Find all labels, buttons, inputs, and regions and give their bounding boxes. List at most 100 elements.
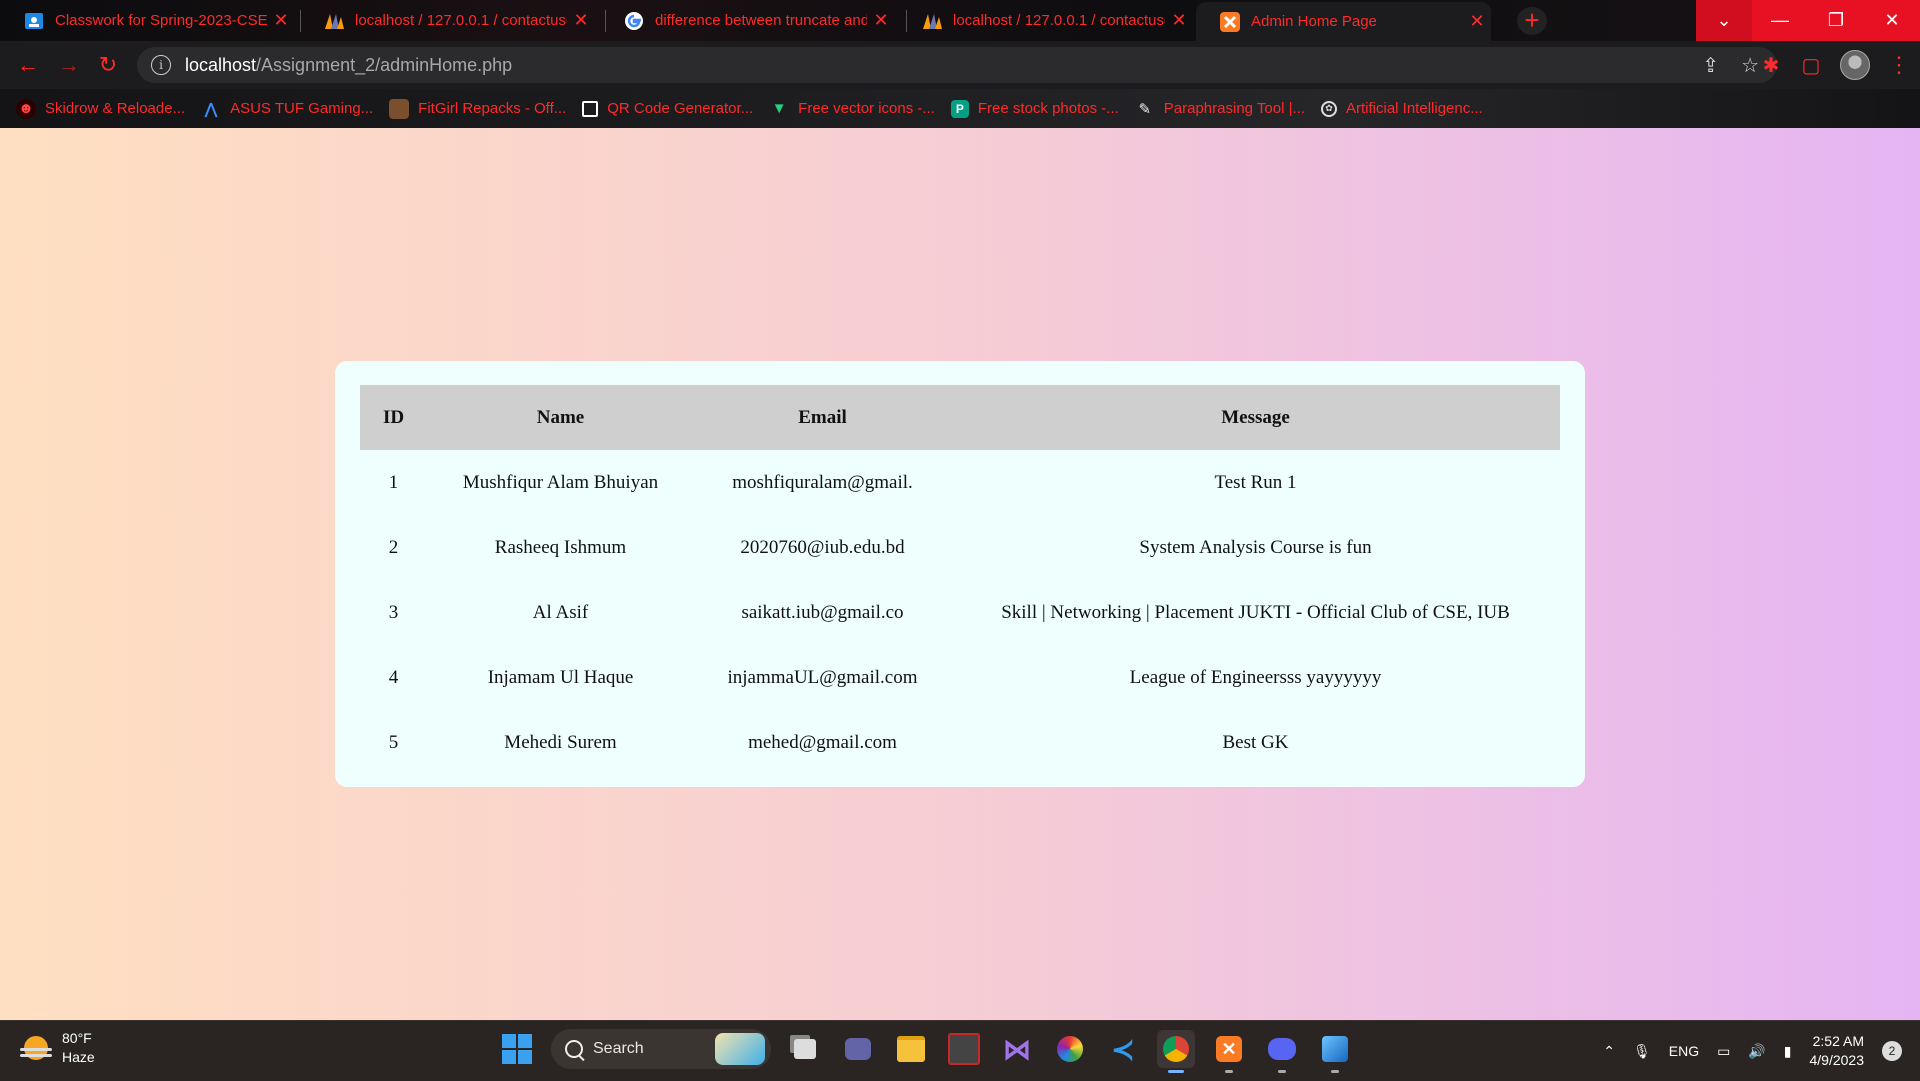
chevron-up-icon[interactable]: ⌃	[1603, 1043, 1615, 1060]
game-app-button[interactable]	[945, 1030, 983, 1068]
messages-table: ID Name Email Message 1 Mushfiqur Alam B…	[360, 385, 1560, 775]
bookmark-fitgirl[interactable]: FitGirl Repacks - Off...	[389, 98, 566, 119]
davinci-button[interactable]	[1051, 1030, 1089, 1068]
reload-button[interactable]: ↻	[94, 52, 122, 80]
tab-title: difference between truncate and	[655, 12, 867, 29]
cell-email: injammaUL@gmail.com	[727, 666, 918, 688]
cell-email: 2020760@iub.edu.bd	[740, 536, 905, 558]
network-icon[interactable]: ▭	[1717, 1043, 1730, 1060]
restore-button[interactable]: ❐	[1808, 0, 1864, 41]
tab-google-search[interactable]: difference between truncate and ✕	[600, 4, 895, 37]
close-icon[interactable]: ✕	[1165, 10, 1193, 31]
chrome-button[interactable]	[1157, 1030, 1195, 1073]
puzzle-extension-icon[interactable]: ✱	[1760, 54, 1782, 77]
share-icon[interactable]: ⇪	[1702, 53, 1719, 78]
tab-phpmyadmin-2[interactable]: localhost / 127.0.0.1 / contactusd ✕	[898, 4, 1193, 37]
minimize-icon: —	[1771, 10, 1789, 30]
file-explorer-button[interactable]	[892, 1030, 930, 1068]
back-button[interactable]: ←	[14, 52, 42, 80]
cell-name: Al Asif	[532, 601, 589, 623]
menu-kebab-icon[interactable]: ⋮	[1888, 52, 1910, 78]
cell-email: moshfiquralam@gmail.	[732, 471, 913, 493]
cell-id: 3	[388, 601, 399, 623]
column-header-id: ID	[360, 385, 427, 450]
bookmark-skidrow[interactable]: ☻ Skidrow & Reloade...	[16, 98, 185, 119]
openai-icon: ✿	[1321, 100, 1337, 117]
url-text[interactable]: localhost/Assignment_2/adminHome.php	[185, 55, 512, 76]
xampp-button[interactable]: ✕	[1210, 1030, 1248, 1073]
new-tab-button[interactable]: +	[1517, 7, 1547, 35]
bookmark-quillbot[interactable]: ✎ Paraphrasing Tool |...	[1135, 99, 1305, 119]
table-row: 1 Mushfiqur Alam Bhuiyan moshfiquralam@g…	[360, 450, 1560, 515]
bookmark-openai[interactable]: ✿ Artificial Intelligenc...	[1321, 100, 1483, 117]
visual-studio-button[interactable]: ⋈	[998, 1030, 1036, 1068]
bookmark-label: Free stock photos -...	[977, 100, 1119, 117]
minimize-button[interactable]: —	[1752, 0, 1808, 41]
photos-button[interactable]	[1316, 1030, 1354, 1073]
profile-avatar[interactable]	[1840, 50, 1870, 80]
page-viewport: ID Name Email Message 1 Mushfiqur Alam B…	[0, 128, 1920, 1020]
omnibox-actions: ⇪ ☆	[1702, 53, 1759, 78]
teams-chat-button[interactable]	[839, 1030, 877, 1068]
skull-icon: ☻	[16, 98, 36, 119]
tab-search-button[interactable]: ⌄	[1696, 0, 1752, 41]
discord-button[interactable]	[1263, 1030, 1301, 1073]
weather-widget[interactable]: 80°F Haze	[20, 1029, 95, 1067]
clock[interactable]: 2:52 AM 4/9/2023	[1810, 1032, 1865, 1070]
search-label: Search	[593, 1040, 644, 1057]
tab-title: Classwork for Spring-2023-CSE3	[55, 12, 267, 29]
cell-email: saikatt.iub@gmail.co	[741, 601, 904, 623]
taskbar-apps: Search ⋈ ≺ ✕	[498, 1029, 1354, 1073]
arrow-left-icon: ←	[17, 52, 39, 77]
taskbar: 80°F Haze Search ⋈ ≺ ✕ ⌃ 🎙 ENG ▭ 🔊 ▮ 2:5…	[0, 1020, 1920, 1081]
tab-title: Admin Home Page	[1251, 13, 1377, 30]
url-bar[interactable]: i localhost/Assignment_2/adminHome.php ⇪…	[137, 47, 1777, 83]
extensions-area: ✱ ▢ ⋮	[1760, 50, 1910, 80]
tab-admin-home[interactable]: Admin Home Page ✕	[1196, 2, 1491, 41]
cell-id: 1	[388, 471, 399, 493]
photos-icon	[1322, 1036, 1348, 1062]
task-view-button[interactable]	[786, 1030, 824, 1068]
close-window-button[interactable]: ✕	[1864, 0, 1920, 41]
bookmark-qr[interactable]: QR Code Generator...	[582, 100, 753, 117]
bookmarks-bar: ☻ Skidrow & Reloade... ⋀ ASUS TUF Gaming..…	[0, 89, 1920, 128]
url-host: localhost	[185, 54, 257, 75]
search-icon	[565, 1040, 583, 1058]
vscode-icon: ≺	[1111, 1033, 1135, 1065]
battery-icon[interactable]: ▮	[1784, 1043, 1792, 1060]
window-controls: ⌄ — ❐ ✕	[1696, 0, 1920, 41]
table-row: 4 Injamam Ul Haque injammaUL@gmail.com L…	[360, 645, 1560, 710]
clock-time: 2:52 AM	[1812, 1033, 1864, 1049]
language-indicator[interactable]: ENG	[1669, 1043, 1699, 1059]
phpmyadmin-icon	[323, 10, 345, 32]
notification-badge[interactable]: 2	[1882, 1041, 1902, 1061]
arrow-right-icon: →	[58, 52, 80, 77]
phpmyadmin-icon	[921, 10, 943, 32]
vscode-button[interactable]: ≺	[1104, 1030, 1142, 1068]
cell-message: Test Run 1	[1214, 471, 1297, 493]
cell-id: 4	[388, 666, 399, 688]
close-icon[interactable]: ✕	[1463, 11, 1491, 32]
start-button[interactable]	[498, 1030, 536, 1068]
taskbar-search[interactable]: Search	[551, 1029, 771, 1069]
bookmark-asus[interactable]: ⋀ ASUS TUF Gaming...	[201, 99, 373, 119]
bookmark-label: QR Code Generator...	[607, 100, 754, 117]
close-icon[interactable]: ✕	[867, 10, 895, 31]
tab-classroom[interactable]: Classwork for Spring-2023-CSE3 ✕	[0, 4, 295, 37]
cell-message: Skill | Networking | Placement JUKTI - O…	[1001, 601, 1510, 623]
chevron-down-icon: ⌄	[1716, 10, 1732, 30]
volume-icon[interactable]: 🔊	[1748, 1043, 1765, 1060]
bookmark-pexels[interactable]: P Free stock photos -...	[950, 99, 1119, 118]
tab-phpmyadmin-1[interactable]: localhost / 127.0.0.1 / contactusd ✕	[300, 4, 595, 37]
quillbot-icon: ✎	[1138, 100, 1152, 118]
forward-button[interactable]: →	[55, 52, 83, 80]
table-row: 5 Mehedi Surem mehed@gmail.com Best GK	[360, 710, 1560, 775]
info-icon[interactable]: i	[151, 55, 171, 75]
close-icon[interactable]: ✕	[567, 10, 595, 31]
close-icon[interactable]: ✕	[267, 10, 295, 31]
star-icon[interactable]: ☆	[1741, 53, 1759, 78]
bookmark-flaticon[interactable]: ▼ Free vector icons -...	[769, 99, 935, 119]
side-panel-icon[interactable]: ▢	[1800, 54, 1822, 77]
cell-email: mehed@gmail.com	[748, 731, 897, 753]
microphone-icon[interactable]: 🎙	[1633, 1043, 1651, 1060]
